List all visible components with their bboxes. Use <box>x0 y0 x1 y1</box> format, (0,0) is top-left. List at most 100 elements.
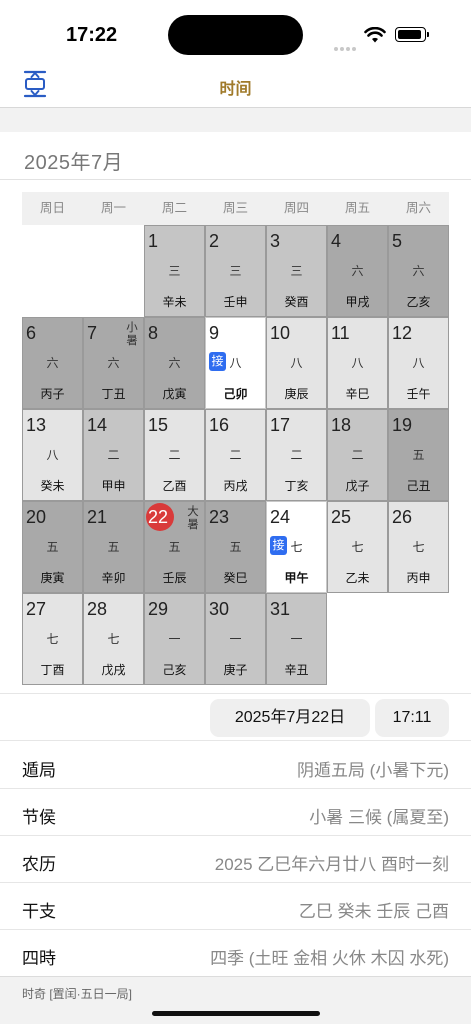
ganzhi-label: 乙酉 <box>162 479 187 493</box>
ganzhi-label: 辛丑 <box>284 663 309 677</box>
calendar-day-cell[interactable]: 10 八庚辰 <box>266 317 327 409</box>
empty-cell <box>22 225 144 317</box>
ju-number: 二 <box>168 448 181 462</box>
ju-number: 六 <box>46 356 59 370</box>
day-number: 29 <box>148 599 169 619</box>
ganzhi-label: 癸酉 <box>284 295 309 309</box>
calendar-day-cell[interactable]: 1 三辛未 <box>144 225 205 317</box>
ganzhi-label: 乙亥 <box>406 295 431 309</box>
home-indicator <box>152 1011 320 1016</box>
ju-number: 七 <box>46 632 59 646</box>
calendar-day-cell[interactable]: 25 七乙未 <box>327 501 388 593</box>
ju-number: 五 <box>46 540 59 554</box>
ju-number: 八 <box>46 448 59 462</box>
day-number: 23 <box>209 507 230 527</box>
day-number: 6 <box>26 323 37 343</box>
ju-number: 六 <box>168 356 181 370</box>
calendar-day-cell[interactable]: 2 三壬申 <box>205 225 266 317</box>
day-number: 9 <box>209 323 220 343</box>
info-value: 2025 乙巳年六月廿八 酉时一刻 <box>214 855 449 874</box>
calendar-day-cell[interactable]: 6 六丙子 <box>22 317 83 409</box>
calendar-day-cell[interactable]: 17 二丁亥 <box>266 409 327 501</box>
day-number: 31 <box>270 599 291 619</box>
ganzhi-label: 丁丑 <box>101 387 126 401</box>
status-bar: 17:22 <box>0 0 471 62</box>
ju-number: 二 <box>107 448 120 462</box>
calendar-day-cell[interactable]: 9 接八己卯 <box>205 317 266 409</box>
calendar-day-cell[interactable]: 3 三癸酉 <box>266 225 327 317</box>
info-row-nongli: 农历 2025 乙巳年六月廿八 酉时一刻 <box>0 836 471 883</box>
ju-number: 二 <box>351 448 364 462</box>
wifi-icon <box>364 27 386 43</box>
info-label: 四時 <box>22 949 56 968</box>
ganzhi-label: 辛巳 <box>345 387 370 401</box>
ju-number: 五 <box>107 540 120 554</box>
calendar-day-cell[interactable]: 30 一庚子 <box>205 593 266 685</box>
calendar-day-cell[interactable]: 26 七丙申 <box>388 501 449 593</box>
ganzhi-label: 丙申 <box>406 571 431 585</box>
ju-number: 八 <box>351 356 364 370</box>
calendar-day-cell[interactable]: 4 六甲戌 <box>327 225 388 317</box>
time-picker-button[interactable]: 17:11 <box>375 699 449 737</box>
calendar-day-cell[interactable]: 11 八辛巳 <box>327 317 388 409</box>
calendar-day-cell[interactable]: 12 八壬午 <box>388 317 449 409</box>
calendar-day-cell[interactable]: 31 一辛丑 <box>266 593 327 685</box>
date-picker-button[interactable]: 2025年7月22日 <box>210 699 370 737</box>
ganzhi-label: 丙子 <box>40 387 65 401</box>
navigation-bar: 时间 <box>0 62 471 108</box>
day-number: 1 <box>148 231 159 251</box>
month-title: 2025年7月 <box>24 152 124 174</box>
header-gap <box>0 108 471 132</box>
ganzhi-label: 戊寅 <box>162 387 187 401</box>
ju-number: 一 <box>290 632 303 646</box>
day-number: 26 <box>392 507 413 527</box>
day-number: 4 <box>331 231 342 251</box>
calendar-day-cell[interactable]: 20 五庚寅 <box>22 501 83 593</box>
ju-number: 七 <box>107 632 120 646</box>
info-label: 干支 <box>22 902 56 921</box>
ju-number: 八 <box>229 356 242 370</box>
ju-number: 六 <box>412 264 425 278</box>
ju-number: 八 <box>290 356 303 370</box>
calendar-day-cell[interactable]: 5 六乙亥 <box>388 225 449 317</box>
calendar-day-cell[interactable]: 8 六戊寅 <box>144 317 205 409</box>
calendar-day-cell[interactable]: 29 一己亥 <box>144 593 205 685</box>
info-value: 阴遁五局 (小暑下元) <box>296 761 449 780</box>
calendar-day-cell[interactable]: 15 二乙酉 <box>144 409 205 501</box>
day-number: 28 <box>87 599 108 619</box>
ju-number: 五 <box>168 540 181 554</box>
info-row-ganzhi: 干支 乙巳 癸未 壬辰 己酉 <box>0 883 471 930</box>
day-number: 14 <box>87 415 108 435</box>
calendar-day-cell[interactable]: 24 接七甲午 <box>266 501 327 593</box>
calendar-day-cell[interactable]: 7 小暑六丁丑 <box>83 317 144 409</box>
calendar-day-cell[interactable]: 13 八癸未 <box>22 409 83 501</box>
calendar-day-cell[interactable]: 14 二甲申 <box>83 409 144 501</box>
calendar-day-cell[interactable]: 18 二戊子 <box>327 409 388 501</box>
main-content: 2025年7月 周日 周一 周二 周三 周四 周五 周六 1 三辛未 2 三壬申 3 三癸… <box>0 132 471 976</box>
ganzhi-label: 己丑 <box>406 479 431 493</box>
calendar-day-cell[interactable]: 22 大暑五壬辰 <box>144 501 205 593</box>
weekday-header: 周日 周一 周二 周三 周四 周五 周六 <box>22 192 449 225</box>
ganzhi-label: 甲申 <box>101 479 126 493</box>
ganzhi-label: 癸巳 <box>223 571 248 585</box>
calendar-day-cell[interactable]: 19 五己丑 <box>388 409 449 501</box>
info-value: 四季 (土旺 金相 火休 木囚 水死) <box>210 949 449 968</box>
dynamic-island <box>168 15 303 55</box>
divider <box>0 693 471 694</box>
calendar-day-cell[interactable]: 23 五癸巳 <box>205 501 266 593</box>
day-number: 8 <box>148 323 159 343</box>
calendar-day-cell[interactable]: 27 七丁酉 <box>22 593 83 685</box>
ju-number: 三 <box>229 264 242 278</box>
day-number: 21 <box>87 507 108 527</box>
weekday-wed: 周三 <box>222 201 248 215</box>
ju-number: 七 <box>412 540 425 554</box>
info-value: 小暑 三候 (属夏至) <box>309 808 449 827</box>
weekday-mon: 周一 <box>100 201 126 215</box>
calendar-day-cell[interactable]: 16 二丙戌 <box>205 409 266 501</box>
calendar-day-cell[interactable]: 28 七戊戌 <box>83 593 144 685</box>
weekday-thu: 周四 <box>283 201 309 215</box>
day-number: 3 <box>270 231 281 251</box>
ju-number: 三 <box>290 264 303 278</box>
day-number: 24 <box>270 507 291 527</box>
calendar-day-cell[interactable]: 21 五辛卯 <box>83 501 144 593</box>
